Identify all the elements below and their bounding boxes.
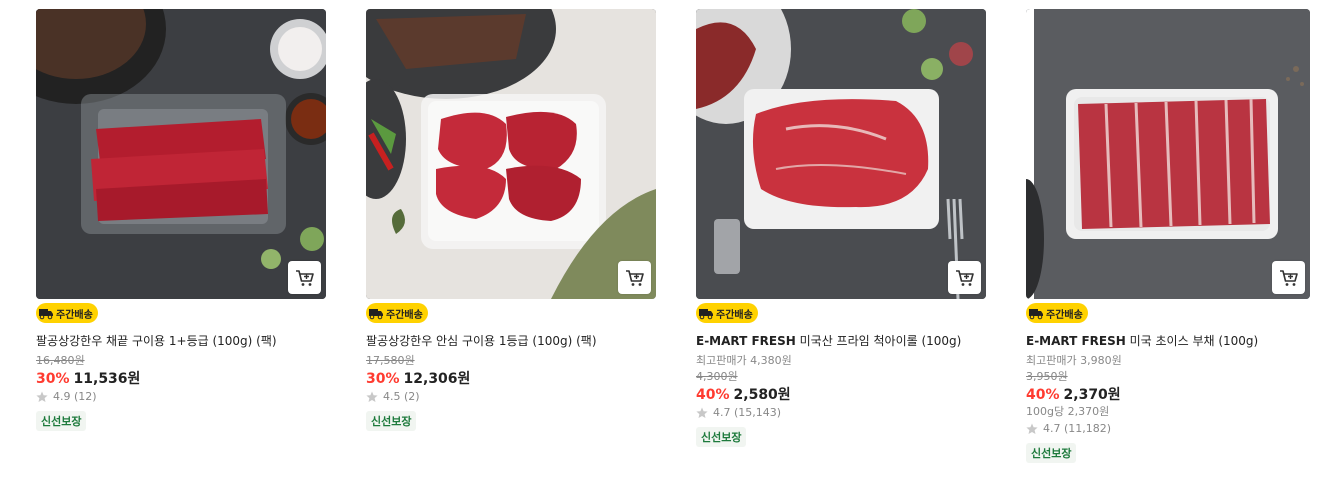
cart-icon: [1279, 269, 1298, 286]
delivery-badge: 주간배송: [366, 303, 428, 323]
product-title[interactable]: E-MART FRESH 미국 초이스 부채 (100g): [1026, 332, 1321, 349]
sale-price: 12,306원: [403, 371, 471, 387]
product-name[interactable]: 미국산 프라임 척아이롤 (100g): [800, 334, 962, 348]
product-card[interactable]: 주간배송 팔공상강한우 안심 구이용 1등급 (100g) (팩) 17,580…: [366, 9, 656, 431]
sale-price-row: 30% 11,536원: [36, 368, 140, 388]
delivery-badge-label: 주간배송: [386, 309, 423, 321]
sale-price-row: 30% 12,306원: [366, 368, 470, 388]
sale-price: 2,580원: [733, 387, 791, 403]
delivery-badge-label: 주간배송: [1046, 309, 1083, 321]
rating: 4.9 (12): [36, 390, 97, 403]
product-title[interactable]: 팔공상강한우 채끝 구이용 1+등급 (100g) (팩): [36, 332, 336, 349]
cart-icon: [625, 269, 644, 286]
fresh-guarantee-badge: 신선보장: [1026, 443, 1077, 463]
discount-rate: 30%: [366, 371, 400, 387]
add-to-cart-button[interactable]: [1272, 261, 1305, 294]
discount-rate: 40%: [696, 387, 730, 403]
star-icon: [1026, 423, 1038, 434]
star-icon: [696, 407, 708, 418]
product-card[interactable]: 주간배송 E-MART FRESH 미국 초이스 부채 (100g) 최고판매가…: [1026, 9, 1316, 463]
product-photo-chuck-eye-roll: [696, 9, 986, 299]
rating-value: 4.7 (11,182): [1043, 422, 1112, 435]
star-icon: [36, 391, 48, 402]
add-to-cart-button[interactable]: [948, 261, 981, 294]
fresh-guarantee-badge: 신선보장: [696, 427, 747, 447]
product-title[interactable]: 팔공상강한우 안심 구이용 1등급 (100g) (팩): [366, 332, 666, 349]
unit-price: 100g당 2,370원: [1026, 405, 1110, 418]
brand-name[interactable]: E-MART FRESH: [696, 334, 796, 348]
product-name[interactable]: 팔공상강한우 채끝 구이용 1+등급 (100g) (팩): [36, 334, 277, 348]
delivery-badge-label: 주간배송: [56, 309, 93, 321]
delivery-badge: 주간배송: [696, 303, 758, 323]
product-photo-beef-tenderloin: [366, 9, 656, 299]
cart-icon: [955, 269, 974, 286]
star-icon: [366, 391, 378, 402]
sale-price-row: 40% 2,370원: [1026, 384, 1121, 404]
fresh-guarantee-badge: 신선보장: [36, 411, 87, 431]
product-card[interactable]: 주간배송 팔공상강한우 채끝 구이용 1+등급 (100g) (팩) 16,48…: [36, 9, 326, 431]
delivery-truck-icon: [39, 309, 53, 320]
top-price: 최고판매가 4,380원: [696, 354, 792, 367]
delivery-badge-label: 주간배송: [716, 309, 753, 321]
add-to-cart-button[interactable]: [618, 261, 651, 294]
product-card[interactable]: 주간배송 E-MART FRESH 미국산 프라임 척아이롤 (100g) 최고…: [696, 9, 986, 447]
add-to-cart-button[interactable]: [288, 261, 321, 294]
delivery-truck-icon: [699, 309, 713, 320]
product-image[interactable]: [1026, 9, 1310, 299]
cart-icon: [295, 269, 314, 286]
original-price: 16,480원: [36, 354, 85, 367]
rating-value: 4.5 (2): [383, 390, 420, 403]
product-photo-beef-sirloin: [36, 9, 326, 299]
product-photo-flat-iron: [1026, 9, 1310, 299]
sale-price-row: 40% 2,580원: [696, 384, 791, 404]
fresh-guarantee-badge: 신선보장: [366, 411, 417, 431]
sale-price: 2,370원: [1063, 387, 1121, 403]
delivery-truck-icon: [369, 309, 383, 320]
product-image[interactable]: [36, 9, 326, 299]
top-price: 최고판매가 3,980원: [1026, 354, 1122, 367]
product-image[interactable]: [366, 9, 656, 299]
product-title[interactable]: E-MART FRESH 미국산 프라임 척아이롤 (100g): [696, 332, 996, 349]
rating-value: 4.9 (12): [53, 390, 97, 403]
rating: 4.7 (11,182): [1026, 422, 1111, 435]
sale-price: 11,536원: [73, 371, 141, 387]
original-price: 4,300원: [696, 370, 738, 383]
rating-value: 4.7 (15,143): [713, 406, 782, 419]
discount-rate: 40%: [1026, 387, 1060, 403]
delivery-truck-icon: [1029, 309, 1043, 320]
original-price: 17,580원: [366, 354, 415, 367]
rating: 4.7 (15,143): [696, 406, 781, 419]
discount-rate: 30%: [36, 371, 70, 387]
product-name[interactable]: 팔공상강한우 안심 구이용 1등급 (100g) (팩): [366, 334, 597, 348]
product-image[interactable]: [696, 9, 986, 299]
original-price: 3,950원: [1026, 370, 1068, 383]
delivery-badge: 주간배송: [1026, 303, 1088, 323]
product-name[interactable]: 미국 초이스 부채 (100g): [1130, 334, 1259, 348]
delivery-badge: 주간배송: [36, 303, 98, 323]
brand-name[interactable]: E-MART FRESH: [1026, 334, 1126, 348]
rating: 4.5 (2): [366, 390, 420, 403]
